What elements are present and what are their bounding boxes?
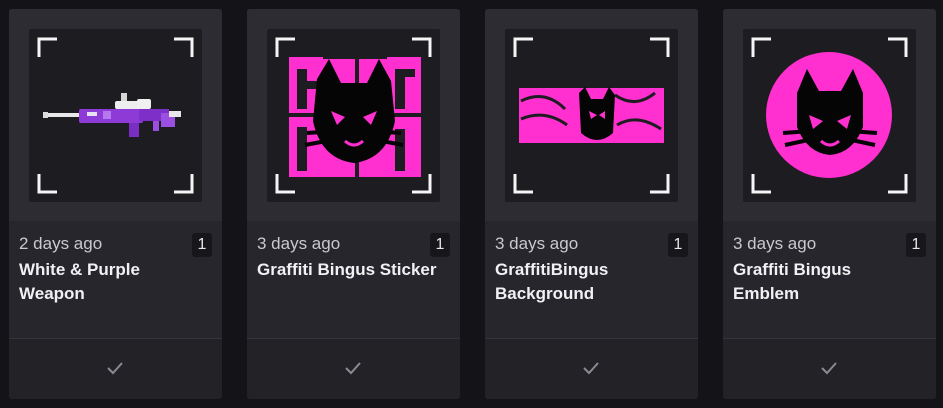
check-icon[interactable] [106, 361, 124, 375]
sticker-image [275, 37, 432, 194]
card-footer[interactable] [247, 338, 460, 399]
emblem-image [751, 37, 908, 194]
item-preview-area [9, 9, 222, 221]
item-acquired-time: 3 days ago [495, 234, 579, 253]
item-card-graffiti-bingus-emblem[interactable]: 3 days ago Graffiti Bingus Emblem 1 [723, 9, 936, 399]
item-meta: 2 days ago White & Purple Weapon [19, 233, 212, 306]
item-grid: 2 days ago White & Purple Weapon 1 3 day… [9, 9, 941, 399]
item-preview [29, 29, 202, 202]
item-card-graffitibingus-background[interactable]: 3 days ago GraffitiBingus Background 1 [485, 9, 698, 399]
item-title: White & Purple Weapon [19, 260, 140, 303]
quantity-badge: 1 [430, 233, 450, 257]
check-icon[interactable] [582, 361, 600, 375]
item-meta: 3 days ago GraffitiBingus Background [495, 233, 688, 306]
item-preview-area [247, 9, 460, 221]
quantity-badge: 1 [906, 233, 926, 257]
quantity-badge: 1 [668, 233, 688, 257]
item-title: GraffitiBingus Background [495, 260, 609, 303]
quantity-badge: 1 [192, 233, 212, 257]
item-card-white-purple-weapon[interactable]: 2 days ago White & Purple Weapon 1 [9, 9, 222, 399]
item-meta: 3 days ago Graffiti Bingus Emblem [733, 233, 926, 306]
item-preview-area [723, 9, 936, 221]
weapon-image [37, 37, 194, 194]
item-acquired-time: 3 days ago [733, 234, 817, 253]
item-acquired-time: 3 days ago [257, 234, 341, 253]
item-preview [743, 29, 916, 202]
item-preview [505, 29, 678, 202]
item-preview [267, 29, 440, 202]
check-icon[interactable] [344, 361, 362, 375]
item-title: Graffiti Bingus Sticker [257, 260, 437, 279]
item-title: Graffiti Bingus Emblem [733, 260, 852, 303]
check-icon[interactable] [820, 361, 838, 375]
card-footer[interactable] [485, 338, 698, 399]
card-footer[interactable] [9, 338, 222, 399]
card-footer[interactable] [723, 338, 936, 399]
item-acquired-time: 2 days ago [19, 234, 103, 253]
item-preview-area [485, 9, 698, 221]
item-card-graffiti-bingus-sticker[interactable]: 3 days ago Graffiti Bingus Sticker 1 [247, 9, 460, 399]
item-meta: 3 days ago Graffiti Bingus Sticker [257, 233, 450, 282]
background-image [513, 37, 670, 194]
